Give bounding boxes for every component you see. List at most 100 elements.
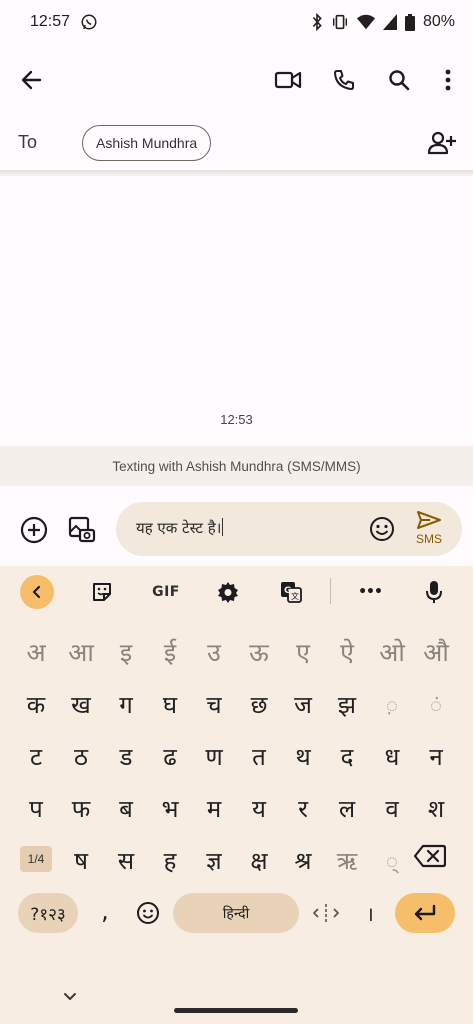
microphone-icon[interactable]: [421, 576, 447, 608]
key[interactable]: भ: [148, 786, 192, 830]
danda-key[interactable]: ।: [348, 891, 392, 935]
key[interactable]: ध: [370, 734, 414, 778]
recipient-chip[interactable]: Ashish Mundhra: [82, 125, 212, 161]
key[interactable]: औ: [414, 630, 458, 674]
key[interactable]: घ: [148, 682, 192, 726]
status-time: 12:57: [30, 13, 71, 30]
battery-percent: 80%: [422, 13, 455, 30]
key[interactable]: ऋ: [325, 838, 369, 882]
recipient-row: To Ashish Mundhra: [0, 118, 473, 172]
send-sms-label: SMS: [415, 532, 442, 546]
key[interactable]: च: [192, 682, 236, 726]
more-options-icon[interactable]: [434, 66, 462, 94]
back-arrow-icon[interactable]: [18, 66, 46, 94]
key[interactable]: व: [370, 786, 414, 830]
key[interactable]: फ: [59, 786, 103, 830]
more-tools-button[interactable]: •••: [352, 576, 388, 608]
key[interactable]: ण: [192, 734, 236, 778]
key[interactable]: प: [14, 786, 58, 830]
key[interactable]: क: [14, 682, 58, 726]
gif-button[interactable]: GIF: [146, 576, 186, 608]
keyboard-row-vowels: अ आ इ ई उ ऊ ए ऐ ओ औ: [0, 630, 473, 674]
keyboard-row-2: ट ठ ड ढ ण त थ द ध न: [0, 734, 473, 778]
backspace-icon[interactable]: [413, 844, 447, 872]
key[interactable]: ज्ञ: [192, 838, 236, 882]
key[interactable]: ढ: [148, 734, 192, 778]
translate-icon[interactable]: G文: [277, 576, 305, 608]
collapse-toolbar-button[interactable]: [20, 575, 54, 609]
key[interactable]: ख: [59, 682, 103, 726]
key-halant[interactable]: ्: [370, 838, 414, 882]
key[interactable]: स: [104, 838, 148, 882]
settings-gear-icon[interactable]: [214, 576, 242, 608]
symbols-key[interactable]: ?१२३: [18, 893, 78, 933]
key[interactable]: क्ष: [237, 838, 281, 882]
key[interactable]: ई: [148, 630, 192, 674]
key[interactable]: ज: [281, 682, 325, 726]
key[interactable]: उ: [192, 630, 236, 674]
key[interactable]: त: [237, 734, 281, 778]
key[interactable]: ठ: [59, 734, 103, 778]
key[interactable]: ऐ: [325, 630, 369, 674]
emoji-key[interactable]: [126, 891, 170, 935]
keyboard-row-3: प फ ब भ म य र ल व श: [0, 786, 473, 830]
key[interactable]: द: [325, 734, 369, 778]
text-cursor: [222, 518, 224, 536]
search-icon[interactable]: [385, 66, 413, 94]
toolbar-separator: [330, 578, 331, 604]
key[interactable]: य: [237, 786, 281, 830]
key[interactable]: ए: [281, 630, 325, 674]
comma-key[interactable]: ,: [83, 889, 127, 933]
phone-call-icon[interactable]: [330, 66, 358, 94]
key-nukta[interactable]: ़: [370, 682, 414, 726]
key[interactable]: ष: [59, 838, 103, 882]
enter-key[interactable]: [395, 893, 455, 933]
key[interactable]: ब: [104, 786, 148, 830]
key[interactable]: न: [414, 734, 458, 778]
keyboard-row-4: 1/4 ष स ह ज्ञ क्ष श्र ऋ ्: [0, 838, 473, 882]
vibrate-icon: [331, 13, 349, 31]
key[interactable]: आ: [59, 630, 103, 674]
key[interactable]: झ: [325, 682, 369, 726]
key[interactable]: ग: [104, 682, 148, 726]
add-person-icon[interactable]: [427, 130, 457, 156]
send-button[interactable]: SMS: [412, 510, 446, 546]
message-text[interactable]: यह एक टेस्ट है।: [136, 518, 224, 538]
key[interactable]: थ: [281, 734, 325, 778]
gallery-icon[interactable]: [66, 514, 98, 546]
status-bar: 12:57 80%: [0, 0, 473, 44]
key[interactable]: ह: [148, 838, 192, 882]
key[interactable]: र: [281, 786, 325, 830]
space-bar[interactable]: हिन्दी: [173, 893, 299, 933]
key[interactable]: छ: [237, 682, 281, 726]
key[interactable]: ट: [14, 734, 58, 778]
texting-info-banner: Texting with Ashish Mundhra (SMS/MMS): [0, 446, 473, 486]
key[interactable]: इ: [104, 630, 148, 674]
video-call-icon[interactable]: [274, 66, 302, 94]
chevron-left-icon: [32, 585, 41, 599]
add-attachment-icon[interactable]: [18, 514, 50, 546]
key[interactable]: श्र: [281, 838, 325, 882]
svg-text:文: 文: [291, 591, 299, 601]
key[interactable]: श: [414, 786, 458, 830]
key-anusvara[interactable]: ं: [414, 682, 458, 726]
key[interactable]: ऊ: [237, 630, 281, 674]
key[interactable]: ड: [104, 734, 148, 778]
signal-icon: [382, 14, 397, 30]
key[interactable]: अ: [14, 630, 58, 674]
key[interactable]: ओ: [370, 630, 414, 674]
keyboard: GIF G文 ••• अ आ इ ई उ ऊ ए ऐ ओ औ क ख ग घ च…: [0, 566, 473, 1024]
emoji-icon[interactable]: [368, 515, 396, 547]
keyboard-toolbar: GIF G文 •••: [0, 566, 473, 618]
message-timestamp: 12:53: [220, 412, 253, 427]
cursor-move-icon[interactable]: [304, 891, 348, 935]
sticker-icon[interactable]: [88, 576, 116, 608]
key[interactable]: ल: [325, 786, 369, 830]
key[interactable]: म: [192, 786, 236, 830]
wifi-icon: [356, 14, 375, 30]
page-switch-key[interactable]: 1/4: [20, 846, 52, 872]
home-gesture-bar[interactable]: [174, 1008, 298, 1013]
message-input[interactable]: यह एक टेस्ट है। SMS: [116, 502, 462, 556]
bluetooth-icon: [311, 13, 323, 31]
hide-keyboard-chevron-down-icon[interactable]: [62, 988, 78, 1007]
